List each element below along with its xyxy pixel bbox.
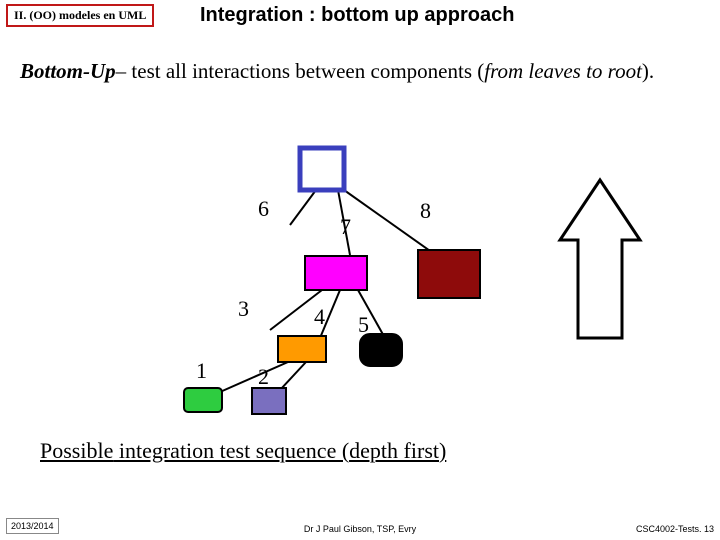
black-box: [360, 334, 402, 366]
caption-depthfirst: depth first: [349, 438, 439, 463]
label-4: 4: [314, 304, 325, 330]
label-2: 2: [258, 364, 269, 390]
magenta-box: [305, 256, 367, 290]
footer-year: 2013/2014: [6, 518, 59, 534]
up-arrow-icon: [560, 180, 640, 338]
label-6: 6: [258, 196, 269, 222]
footer-author: Dr J Paul Gibson, TSP, Evry: [304, 524, 416, 534]
root-node-box: [300, 148, 344, 190]
orange-box: [278, 336, 326, 362]
green-box: [184, 388, 222, 412]
caption-d: ): [439, 438, 446, 463]
label-1: 1: [196, 358, 207, 384]
label-3: 3: [238, 296, 249, 322]
purple-box: [252, 388, 286, 414]
darkred-box: [418, 250, 480, 298]
label-5: 5: [358, 312, 369, 338]
footer-page: CSC4002-Tests. 13: [636, 524, 714, 534]
caption-a: Possible: [40, 438, 113, 463]
label-7: 7: [340, 214, 351, 240]
label-8: 8: [420, 198, 431, 224]
caption-text: Possible integration test sequence (dept…: [40, 438, 446, 464]
caption-b: integration test sequence (: [113, 438, 349, 463]
